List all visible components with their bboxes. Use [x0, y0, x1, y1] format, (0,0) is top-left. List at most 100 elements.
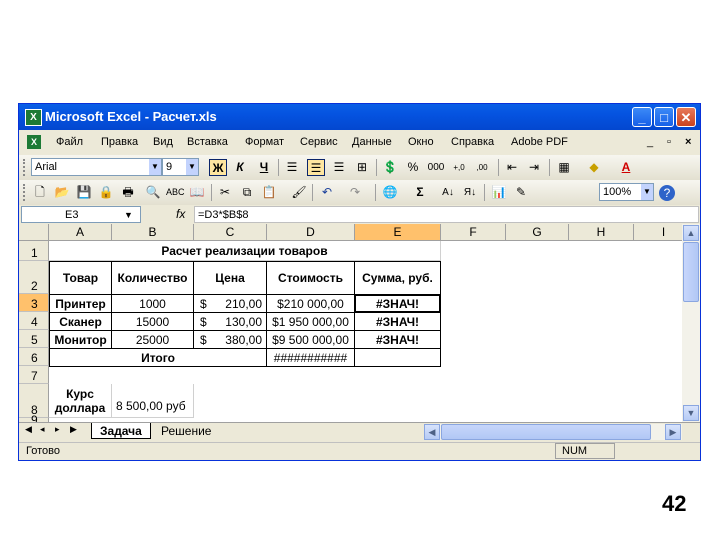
column-header-c[interactable]: C [194, 224, 267, 241]
row-header-3[interactable]: 3 [19, 294, 49, 312]
name-box[interactable]: E3 ▼ [21, 206, 141, 223]
undo-icon[interactable]: ↶ [318, 184, 336, 201]
quantity-cell[interactable]: 1000 [111, 294, 194, 313]
copy-icon[interactable]: ⧉ [238, 184, 256, 201]
toolbar-grip[interactable] [23, 184, 28, 201]
prev-sheet-icon[interactable]: ◂ [40, 424, 45, 435]
menu-adobe-pdf[interactable]: Adobe PDF [511, 136, 568, 148]
title-bar[interactable]: X Microsoft Excel - Расчет.xls _ □ ✕ [19, 104, 700, 130]
row-header-4[interactable]: 4 [19, 312, 49, 330]
cost-cell[interactable]: $210 000,00 [266, 294, 355, 313]
scroll-left-icon[interactable]: ◀ [424, 424, 440, 440]
maximize-button[interactable]: □ [654, 107, 674, 127]
product-name-cell[interactable]: Сканер [49, 312, 112, 331]
font-color-icon[interactable]: A [617, 159, 635, 176]
currency-icon[interactable]: 💲 [381, 159, 399, 176]
italic-button[interactable]: К [231, 159, 249, 176]
borders-icon[interactable]: ▦ [555, 159, 573, 176]
new-file-icon[interactable]: 🗋 [31, 184, 49, 201]
close-button[interactable]: ✕ [676, 107, 696, 127]
vertical-scrollbar[interactable]: ▲ ▼ [682, 224, 700, 422]
chevron-down-icon[interactable]: ▼ [149, 159, 161, 175]
price-cell[interactable]: $ 380,00 [193, 330, 267, 349]
paste-icon[interactable]: 📋 [260, 184, 278, 201]
menu-help[interactable]: Справка [451, 136, 494, 148]
menu-file[interactable]: Файл [56, 136, 83, 148]
product-name-cell[interactable]: Принтер [49, 294, 112, 313]
scroll-up-icon[interactable]: ▲ [683, 225, 699, 241]
cost-cell[interactable]: $9 500 000,00 [266, 330, 355, 349]
header-cell-sum[interactable]: Сумма, руб. [354, 261, 441, 295]
sum-cell-selected[interactable]: #ЗНАЧ! [354, 294, 441, 313]
research-icon[interactable]: 📖 [188, 184, 206, 201]
font-size-select[interactable]: 9 ▼ [162, 158, 199, 176]
sort-ascending-icon[interactable]: A↓ [439, 184, 457, 201]
menu-tools[interactable]: Сервис [300, 136, 338, 148]
sheet-title-cell[interactable]: Расчет реализации товаров [49, 241, 441, 261]
underline-button[interactable]: Ч [255, 159, 273, 176]
zoom-select[interactable]: 100% ▼ [599, 183, 654, 201]
scroll-thumb[interactable] [683, 242, 699, 302]
merge-center-icon[interactable]: ⊞ [353, 159, 371, 176]
chevron-down-icon[interactable]: ▼ [186, 159, 198, 175]
cost-cell[interactable]: $1 950 000,00 [266, 312, 355, 331]
row-header-6[interactable]: 6 [19, 348, 49, 366]
toolbar-grip[interactable] [23, 159, 28, 176]
doc-close-button[interactable]: × [685, 136, 691, 148]
sum-cell[interactable]: #ЗНАЧ! [354, 312, 441, 331]
hyperlink-icon[interactable]: 🌐 [381, 184, 399, 201]
price-cell[interactable]: $ 210,00 [193, 294, 267, 313]
workbook-icon[interactable]: X [27, 135, 41, 149]
align-left-icon[interactable]: ☰ [283, 159, 301, 176]
total-sum-cell[interactable] [354, 348, 441, 367]
align-right-icon[interactable]: ☰ [330, 159, 348, 176]
excel-app-icon[interactable]: X [25, 109, 42, 126]
row-header-7[interactable]: 7 [19, 366, 49, 384]
menu-format[interactable]: Формат [245, 136, 284, 148]
total-value-cell[interactable]: ########### [266, 348, 355, 367]
print-icon[interactable]: 🖶 [119, 184, 137, 201]
save-icon[interactable]: 💾 [75, 184, 93, 201]
open-folder-icon[interactable]: 📂 [53, 184, 71, 201]
spelling-icon[interactable]: ABC [166, 184, 185, 201]
decrease-indent-icon[interactable]: ⇤ [503, 159, 521, 176]
total-label-cell[interactable]: Итого [49, 348, 267, 367]
column-header-e[interactable]: E [355, 224, 441, 241]
column-header-d[interactable]: D [267, 224, 355, 241]
autosum-button[interactable]: Σ [411, 184, 429, 201]
first-sheet-icon[interactable]: ◀ [25, 424, 32, 435]
scroll-down-icon[interactable]: ▼ [683, 405, 699, 421]
header-cell-cost[interactable]: Стоимость [266, 261, 355, 295]
decrease-decimal-button[interactable]: ,00 [473, 159, 491, 176]
chevron-down-icon[interactable]: ▼ [641, 184, 653, 200]
menu-window[interactable]: Окно [408, 136, 434, 148]
column-header-a[interactable]: A [49, 224, 112, 241]
rate-value-cell[interactable]: 8 500,00 руб [112, 384, 194, 418]
drawing-icon[interactable]: ✎ [512, 184, 530, 201]
quantity-cell[interactable]: 25000 [111, 330, 194, 349]
menu-view[interactable]: Вид [153, 136, 173, 148]
horizontal-scrollbar[interactable]: ◀ ▶ [424, 424, 682, 440]
chevron-down-icon[interactable]: ▼ [124, 207, 133, 222]
column-header-g[interactable]: G [506, 224, 569, 241]
select-all-corner[interactable] [19, 224, 49, 241]
row-header-2[interactable]: 2 [19, 261, 49, 294]
format-painter-icon[interactable]: 🖌 [290, 184, 308, 201]
price-cell[interactable]: $ 130,00 [193, 312, 267, 331]
header-cell-price[interactable]: Цена [193, 261, 267, 295]
tab-reshenie[interactable]: Решение [153, 423, 219, 439]
column-header-b[interactable]: B [112, 224, 194, 241]
help-button[interactable]: ? [659, 185, 675, 201]
redo-icon[interactable]: ↷ [346, 184, 364, 201]
product-name-cell[interactable]: Монитор [49, 330, 112, 349]
font-name-select[interactable]: Arial ▼ [31, 158, 162, 176]
rate-label-cell[interactable]: Курс доллара [49, 384, 112, 418]
row-header-5[interactable]: 5 [19, 330, 49, 348]
thousands-button[interactable]: 000 [427, 159, 445, 176]
hscroll-thumb[interactable] [441, 424, 651, 440]
column-header-h[interactable]: H [569, 224, 634, 241]
next-sheet-icon[interactable]: ▸ [55, 424, 60, 435]
increase-decimal-button[interactable]: +,0 [450, 159, 468, 176]
scroll-right-icon[interactable]: ▶ [665, 424, 681, 440]
insert-function-icon[interactable]: fx [176, 207, 185, 221]
